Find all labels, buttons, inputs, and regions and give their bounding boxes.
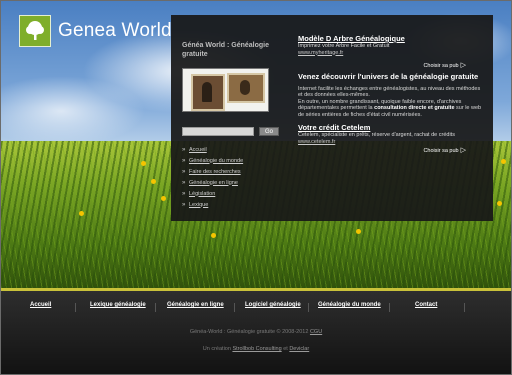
footer-link-genealogie-du-monde[interactable]: Généalogie du monde (318, 302, 381, 308)
nav-separator (75, 303, 76, 312)
flower-decoration (151, 179, 156, 184)
portrait-photo (191, 74, 225, 111)
flower-decoration (501, 159, 506, 164)
tree-icon (19, 15, 51, 47)
double-chevron-icon: » (182, 201, 186, 208)
choose-ad-link[interactable]: Choisir sa pub ▷ (298, 146, 466, 154)
flower-decoration (141, 161, 146, 166)
flower-decoration (356, 229, 361, 234)
sidebar-item-label: Généalogie du monde (189, 157, 244, 164)
credit-link-deviclar[interactable]: Deviclar (289, 346, 309, 352)
choose-ad-label: Choisir sa pub (423, 62, 459, 69)
sidebar-item-label: Lexique (189, 201, 209, 208)
family-photos-image (182, 68, 269, 112)
cgu-link[interactable]: CGU (310, 329, 322, 335)
nav-separator (155, 303, 156, 312)
double-chevron-icon: » (182, 168, 186, 175)
ad-block-top: Modèle D Arbre Généalogique Imprimez vot… (298, 34, 486, 69)
flower-decoration (161, 196, 166, 201)
sidebar: Généa World : Généalogie gratuite Go » A… (182, 41, 282, 210)
content-panel: Généa World : Généalogie gratuite Go » A… (171, 15, 493, 221)
nav-separator (308, 303, 309, 312)
double-chevron-icon: » (182, 179, 186, 186)
footer-nav: Accueil Lexique généalogie Généalogie en… (1, 302, 511, 314)
sidebar-item-label: Généalogie en ligne (189, 179, 238, 186)
logo-text: Genea World (58, 20, 172, 41)
sidebar-item-genealogie-en-ligne[interactable]: » Généalogie en ligne (182, 177, 282, 188)
archives-paragraph: En outre, un nombre grandissant, quoique… (298, 99, 486, 119)
main-content: Modèle D Arbre Généalogique Imprimez vot… (298, 34, 486, 154)
credit-text: Un création Strollbob Consulting et Devi… (1, 346, 511, 352)
copyright-text: Généa-World : Généalogie gratuite © 2008… (1, 329, 511, 335)
intro-paragraph: Internet facilite les échanges entre gén… (298, 85, 481, 99)
flower-decoration (497, 201, 502, 206)
sidebar-item-accueil[interactable]: » Accueil (182, 144, 282, 155)
paragraph-emphasis: consultation directe et gratuite (374, 105, 455, 111)
search-go-button[interactable]: Go (259, 127, 280, 136)
footer-link-logiciel[interactable]: Logiciel généalogie (245, 302, 301, 308)
sidebar-item-lexique[interactable]: » Lexique (182, 199, 282, 210)
copyright-label: Généa-World : Généalogie gratuite © 2008… (189, 329, 310, 335)
sidebar-item-faire-des-recherches[interactable]: » Faire des recherches (182, 166, 282, 177)
sidebar-item-label: Faire des recherches (189, 168, 241, 175)
double-chevron-icon: » (182, 146, 186, 153)
ad-url-link[interactable]: www.myheritage.fr (298, 50, 486, 57)
footer-link-genealogie-en-ligne[interactable]: Généalogie en ligne (167, 302, 224, 308)
page-frame: Genea World Généa World : Généalogie gra… (0, 0, 512, 375)
credit-link-strollbob[interactable]: Strollbob Consulting (232, 346, 281, 352)
footer: Accueil Lexique généalogie Généalogie en… (1, 291, 511, 374)
sidebar-item-genealogie-du-monde[interactable]: » Généalogie du monde (182, 155, 282, 166)
double-chevron-icon: » (182, 190, 186, 197)
sidebar-item-label: Législation (189, 190, 216, 197)
ad-title-link[interactable]: Modèle D Arbre Généalogique (298, 34, 486, 43)
nav-separator (389, 303, 390, 312)
flower-decoration (211, 233, 216, 238)
play-arrow-icon: ▷ (460, 61, 466, 69)
sidebar-menu: » Accueil » Généalogie du monde » Faire … (182, 144, 282, 210)
footer-link-contact[interactable]: Contact (415, 302, 437, 308)
sidebar-item-legislation[interactable]: » Législation (182, 188, 282, 199)
choose-ad-label: Choisir sa pub (423, 147, 459, 154)
nav-separator (464, 303, 465, 312)
nav-separator (234, 303, 235, 312)
footer-link-lexique[interactable]: Lexique généalogie (90, 302, 146, 308)
double-chevron-icon: » (182, 157, 186, 164)
flower-decoration (79, 211, 84, 216)
choose-ad-link[interactable]: Choisir sa pub ▷ (298, 61, 466, 69)
sidebar-title: Généa World : Généalogie gratuite (182, 42, 270, 58)
portrait-photo (227, 73, 265, 103)
ad-url-link[interactable]: www.cetelem.fr (298, 139, 486, 146)
play-arrow-icon: ▷ (460, 146, 466, 154)
credit-label: Un création (202, 346, 233, 352)
footer-link-accueil[interactable]: Accueil (30, 302, 51, 308)
ad-block-bottom: Votre crédit Cetelem Cetelem, spécialist… (298, 123, 486, 154)
search-input[interactable] (182, 127, 254, 136)
page-title: Venez découvrir l'univers de la généalog… (298, 71, 479, 81)
search-form: Go (182, 127, 282, 136)
sidebar-item-label: Accueil (189, 146, 207, 153)
site-logo[interactable]: Genea World (19, 15, 172, 47)
ad-title-link[interactable]: Votre crédit Cetelem (298, 123, 486, 132)
